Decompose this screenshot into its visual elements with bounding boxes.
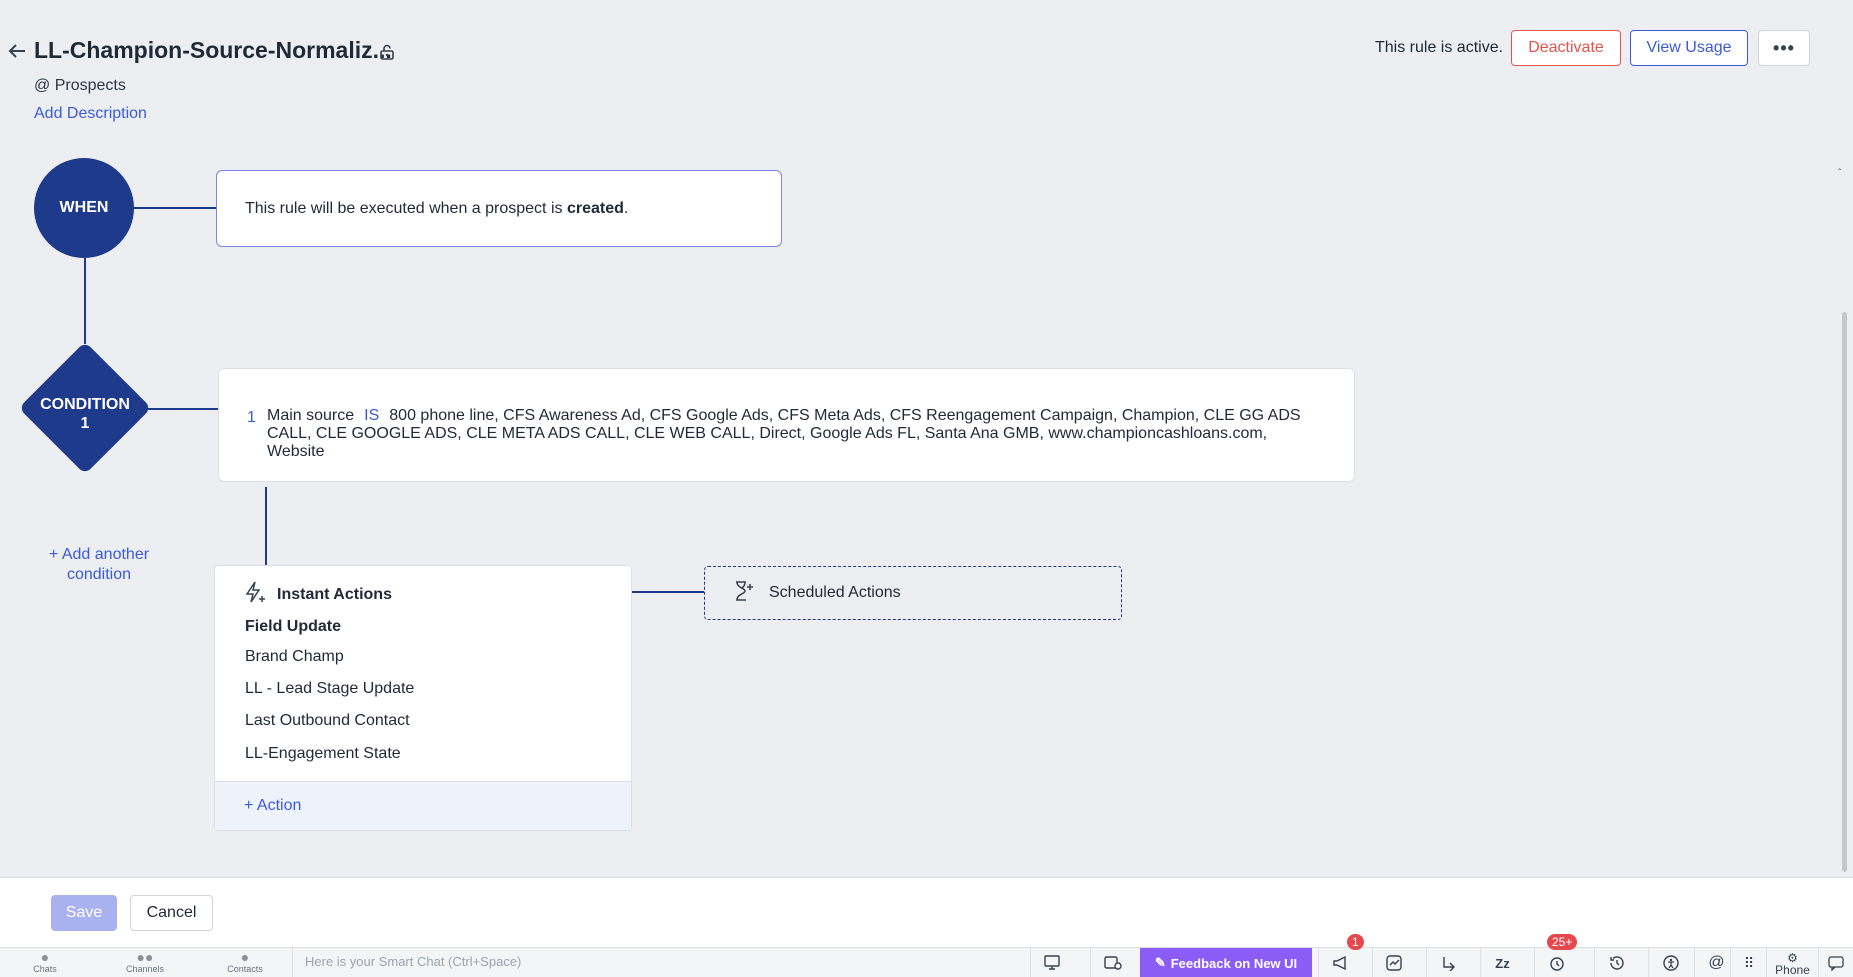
action-item[interactable]: Brand Champ bbox=[245, 648, 344, 666]
megaphone-icon[interactable]: 1 bbox=[1318, 934, 1364, 977]
channels-tab[interactable]: ●● Channels bbox=[100, 948, 190, 977]
activity-icon[interactable] bbox=[1372, 948, 1416, 977]
group-icon: ●● bbox=[136, 949, 154, 965]
announcement-badge: 1 bbox=[1347, 934, 1364, 950]
instant-actions-card: Instant Actions Field Update Brand Champ… bbox=[214, 565, 632, 831]
condition-actions-connector bbox=[265, 487, 267, 565]
person-icon: ● bbox=[240, 949, 250, 965]
save-button[interactable]: Save bbox=[51, 895, 117, 931]
chat-window-icon[interactable] bbox=[1818, 948, 1853, 977]
edit-icon: ✎ bbox=[1154, 955, 1166, 970]
reminders-badge: 25+ bbox=[1547, 934, 1578, 950]
actions-connector bbox=[632, 591, 704, 593]
redirect-icon[interactable] bbox=[1426, 948, 1470, 977]
when-text: This rule will be executed when a prospe… bbox=[245, 199, 629, 217]
action-item[interactable]: Last Outbound Contact bbox=[245, 712, 410, 730]
phone-button[interactable]: ⚙ Phone bbox=[1766, 948, 1818, 977]
alarm-clock-icon[interactable]: 25+ bbox=[1534, 934, 1578, 977]
rule-editor: LL-Champion-Source-Normaliz... @ Prospec… bbox=[0, 0, 1853, 877]
add-condition-link[interactable]: + Add another condition bbox=[34, 545, 164, 585]
chats-tab[interactable]: ● Chats bbox=[0, 948, 90, 977]
condition-criteria: Main source IS 800 phone line, CFS Awarene… bbox=[267, 407, 1301, 460]
smart-chat-input[interactable]: Here is your Smart Chat (Ctrl+Space) bbox=[292, 948, 1028, 977]
condition-operator: IS bbox=[364, 407, 380, 424]
when-trigger-box[interactable]: This rule will be executed when a prospe… bbox=[216, 170, 782, 247]
hourglass-plus-icon bbox=[731, 579, 755, 608]
more-options-button[interactable]: ••• bbox=[1758, 30, 1810, 66]
condition-number: 1 bbox=[247, 409, 256, 426]
instant-actions-header: Instant Actions bbox=[243, 580, 392, 609]
when-node: WHEN bbox=[34, 158, 134, 258]
lightning-plus-icon bbox=[243, 580, 267, 609]
view-usage-button[interactable]: View Usage bbox=[1630, 30, 1748, 66]
chat-bubble-icon: ● bbox=[40, 949, 50, 965]
back-arrow-icon[interactable] bbox=[6, 40, 28, 62]
record-icon[interactable] bbox=[1090, 948, 1134, 977]
action-item[interactable]: LL-Engagement State bbox=[245, 745, 401, 763]
field-update-heading: Field Update bbox=[245, 618, 342, 635]
condition-values: 800 phone line, CFS Awareness Ad, CFS Go… bbox=[267, 407, 1301, 460]
page-title: LL-Champion-Source-Normaliz... bbox=[34, 37, 392, 63]
translate-icon[interactable]: Zz bbox=[1480, 948, 1524, 977]
unlock-icon[interactable] bbox=[378, 43, 396, 61]
action-item[interactable]: LL - Lead Stage Update bbox=[245, 680, 414, 698]
bottom-toolbar: ● Chats ●● Channels ● Contacts Here is your… bbox=[0, 934, 1853, 977]
scroll-up-icon[interactable]: ˆ bbox=[1838, 168, 1841, 179]
feedback-button[interactable]: ✎ Feedback on New UI bbox=[1140, 948, 1312, 977]
history-icon[interactable] bbox=[1594, 948, 1638, 977]
contacts-tab[interactable]: ● Contacts bbox=[200, 948, 290, 977]
add-description-link[interactable]: Add Description bbox=[34, 105, 147, 123]
apps-grid-icon[interactable]: ⠿ bbox=[1730, 948, 1766, 977]
condition-node-label: CONDITION 1 bbox=[40, 396, 130, 432]
condition-box[interactable]: 1 Main source IS 800 phone line, CFS Aware… bbox=[218, 368, 1355, 482]
when-condition-connector bbox=[84, 258, 86, 344]
screen-share-icon[interactable] bbox=[1030, 948, 1074, 977]
when-connector bbox=[134, 207, 216, 209]
rule-status-text: This rule is active. bbox=[1375, 39, 1504, 56]
scheduled-actions-box[interactable]: Scheduled Actions bbox=[704, 566, 1122, 620]
deactivate-button[interactable]: Deactivate bbox=[1511, 30, 1621, 66]
module-label: @ Prospects bbox=[34, 77, 126, 94]
cancel-button[interactable]: Cancel bbox=[130, 895, 213, 931]
accessibility-icon[interactable] bbox=[1648, 948, 1692, 977]
add-action-button[interactable]: + Action bbox=[215, 781, 631, 830]
vertical-scrollbar[interactable] bbox=[1842, 312, 1847, 872]
